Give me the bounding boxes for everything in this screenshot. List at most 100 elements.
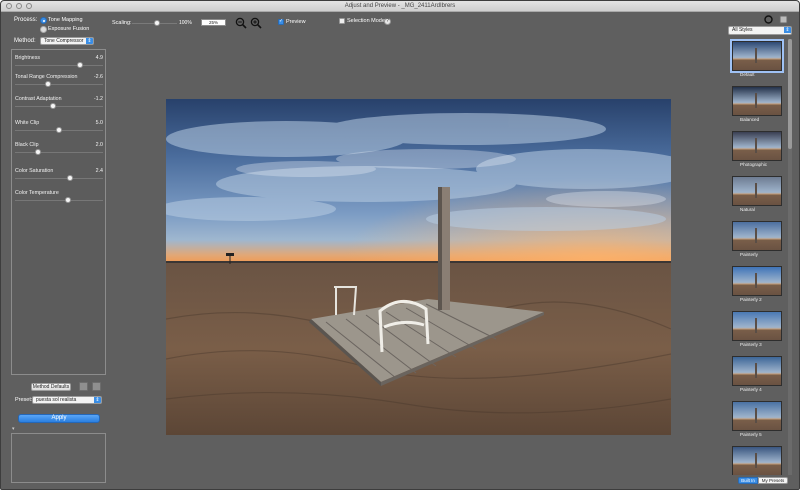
method-select-value: Tone Compressor [44, 38, 84, 44]
style-thumbnail-label: Painterly 4 [740, 387, 762, 392]
save-preset-button[interactable] [79, 382, 88, 391]
slider-row: Contrast Adaptation -1.2 [15, 96, 103, 116]
process-radio-tone-mapping[interactable] [40, 17, 47, 24]
slider-label: Color Temperature [15, 190, 59, 196]
style-thumbnail-label: Balanced [740, 117, 760, 122]
slider-row: Color Temperature [15, 190, 103, 210]
slider-knob[interactable] [77, 62, 84, 68]
slider-knob[interactable] [66, 175, 73, 181]
style-thumbnail-image[interactable] [732, 446, 782, 475]
style-thumbnail[interactable] [732, 446, 782, 475]
process-label: Process: [14, 17, 38, 23]
slider-label: Contrast Adaptation [15, 96, 62, 102]
preview-image[interactable] [166, 99, 671, 435]
style-thumbnail-image[interactable] [732, 311, 782, 341]
style-thumbnail[interactable]: Natural [732, 176, 782, 212]
help-button[interactable]: ? [384, 18, 391, 25]
style-thumbnail[interactable]: Balanced [732, 86, 782, 122]
chevron-updown-icon: ⇕ [784, 27, 791, 33]
process-radio-exposure-fusion[interactable] [40, 26, 47, 33]
slider-label: Black Clip [15, 142, 39, 148]
method-select[interactable]: Tone Compressor ⇕ [40, 37, 94, 45]
preset-select-value: puesta sol realista [36, 397, 77, 403]
style-thumbnail-image[interactable] [732, 131, 782, 161]
method-defaults-button[interactable]: Method Defaults [31, 383, 71, 391]
slider-track[interactable] [15, 200, 103, 201]
tab-built-in[interactable]: Built In [738, 477, 758, 484]
zoom-in-icon[interactable] [250, 17, 262, 29]
style-thumbnail-image[interactable] [732, 176, 782, 206]
slider-label: White Clip [15, 120, 40, 126]
process-option-tone-mapping[interactable]: Tone Mapping [48, 17, 83, 23]
slider-value: 2.4 [95, 168, 103, 174]
slider-value: 2.0 [95, 142, 103, 148]
selection-mode-label: Selection Mode [347, 18, 385, 24]
title-bar: Adjust and Preview - _MG_2411ArdIbrers [1, 1, 799, 12]
styles-filter-select[interactable]: All Styles ⇕ [728, 26, 792, 35]
slider-value: -1.2 [93, 96, 103, 102]
slider-track[interactable] [15, 65, 103, 66]
style-thumbnail-image[interactable] [732, 356, 782, 386]
style-thumbnail-label: Painterly 5 [740, 432, 762, 437]
process-option-exposure-fusion[interactable]: Exposure Fusion [48, 26, 89, 32]
styles-scrollbar[interactable] [788, 39, 792, 475]
scaling-slider-knob[interactable] [153, 20, 160, 26]
slider-label: Brightness [15, 55, 41, 61]
style-thumbnail-label: Painterly 2 [740, 297, 762, 302]
apply-button[interactable]: Apply [18, 414, 100, 423]
slider-knob[interactable] [45, 81, 52, 87]
style-thumbnail[interactable]: Painterly 3 [732, 311, 782, 347]
style-thumbnail-label: Default [740, 72, 755, 77]
slider-knob[interactable] [64, 197, 71, 203]
preview-label: Preview [286, 19, 306, 25]
slider-knob[interactable] [56, 127, 62, 133]
slider-row: Color Saturation 2.4 [15, 168, 103, 188]
slider-row: Brightness 4.9 [15, 55, 103, 75]
slider-track[interactable] [15, 152, 103, 153]
style-thumbnail[interactable]: Photographic [732, 131, 782, 167]
tab-my-presets[interactable]: My Presets [758, 477, 788, 484]
window-title: Adjust and Preview - _MG_2411ArdIbrers [344, 3, 456, 9]
styles-filter-value: All Styles [732, 27, 753, 33]
adjustments-panel: Brightness 4.9 Tonal Range Compression -2.6… [11, 49, 106, 375]
slider-track[interactable] [15, 106, 103, 107]
slider-label: Color Saturation [15, 168, 54, 174]
slider-knob[interactable] [34, 149, 41, 155]
style-thumbnail[interactable]: Painterly 2 [732, 266, 782, 302]
style-thumbnail-image[interactable] [732, 266, 782, 296]
preset-select[interactable]: puesta sol realista ⇕ [32, 396, 102, 404]
preset-label: Preset: [15, 397, 33, 403]
slider-track[interactable] [15, 84, 103, 85]
style-thumbnail-label: Painterly [740, 252, 758, 257]
style-thumbnail[interactable]: Default [730, 39, 784, 77]
slider-track[interactable] [15, 178, 103, 179]
style-thumbnail-image[interactable] [732, 86, 782, 116]
delete-preset-button[interactable] [92, 382, 101, 391]
refresh-icon[interactable] [764, 15, 773, 24]
style-thumbnail-image[interactable] [732, 221, 782, 251]
style-thumbnail-image[interactable] [730, 39, 784, 73]
slider-row: Black Clip 2.0 [15, 142, 103, 162]
zoom-out-icon[interactable] [235, 17, 247, 29]
slider-row: Tonal Range Compression -2.6 [15, 74, 103, 94]
style-thumbnail[interactable]: Painterly 4 [732, 356, 782, 392]
histogram-panel [11, 433, 106, 483]
styles-thumbnail-list: Default Balanced Photographic Natural Painte… [729, 39, 787, 475]
style-thumbnail[interactable]: Painterly 5 [732, 401, 782, 437]
method-label: Method: [14, 38, 36, 44]
list-view-icon[interactable] [779, 15, 788, 24]
style-thumbnail-label: Photographic [740, 162, 768, 167]
slider-value: 4.9 [95, 55, 103, 61]
zoom-percent-field[interactable]: 25% [201, 19, 226, 26]
style-thumbnail[interactable]: Painterly [732, 221, 782, 257]
style-thumbnail-label: Natural [740, 207, 755, 212]
selection-mode-checkbox[interactable] [339, 18, 345, 24]
disclosure-triangle-icon[interactable]: ▾ [12, 426, 15, 432]
preview-checkbox[interactable] [278, 18, 284, 25]
scrollbar-thumb[interactable] [788, 39, 792, 149]
chevron-updown-icon: ⇕ [94, 397, 101, 403]
style-thumbnail-image[interactable] [732, 401, 782, 431]
chevron-updown-icon: ⇕ [86, 38, 93, 44]
slider-knob[interactable] [49, 103, 56, 109]
style-thumbnail-label: Painterly 3 [740, 342, 762, 347]
